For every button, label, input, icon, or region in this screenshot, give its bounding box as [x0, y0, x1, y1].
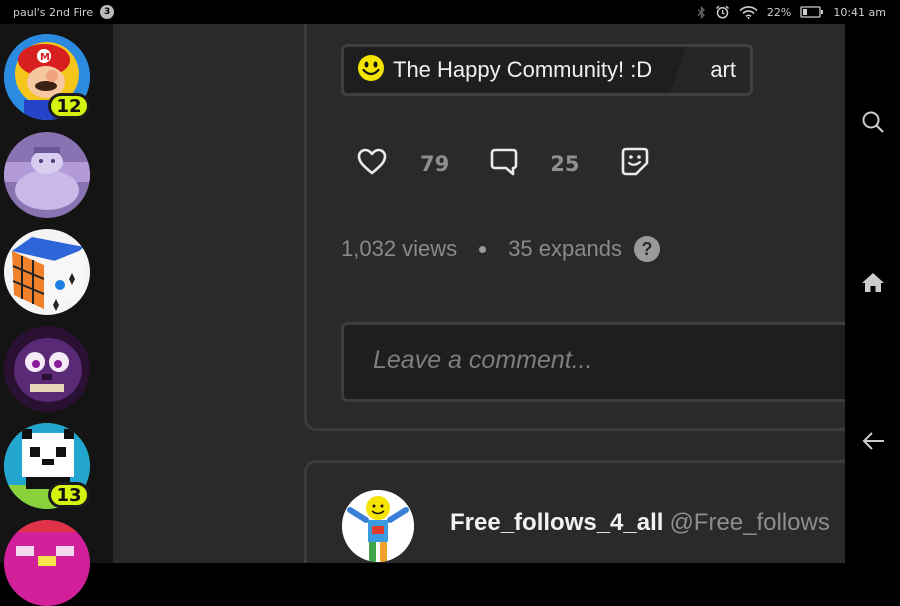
back-arrow-icon[interactable]: [859, 427, 887, 455]
sticker-react-icon[interactable]: [620, 146, 650, 182]
svg-text:M: M: [40, 52, 50, 63]
post-handle: @Free_follows: [669, 509, 830, 536]
post-username[interactable]: Free_follows_4_all: [450, 509, 663, 536]
post-author: Free_follows_4_all @Free_follows: [450, 509, 830, 537]
search-icon[interactable]: [859, 108, 887, 136]
post-actions: 79 25: [357, 146, 650, 182]
notification-count-badge: 3: [100, 5, 115, 19]
post-stats: 1,032 views 35 expands ?: [341, 236, 660, 262]
unread-count-badge: 12: [48, 93, 90, 119]
pink-character-avatar[interactable]: [4, 520, 90, 606]
purple-creature-avatar[interactable]: [4, 132, 90, 218]
community-tag[interactable]: art: [670, 47, 750, 93]
purple-animatronic-avatar[interactable]: [4, 326, 90, 412]
help-question-icon[interactable]: ?: [633, 236, 660, 262]
clock-time: 10:41 am: [833, 5, 886, 19]
system-nav-bar: [845, 24, 900, 563]
unread-count-badge: 13: [48, 482, 90, 508]
battery-icon: [800, 6, 824, 18]
separator-dot: [479, 245, 487, 253]
expands-count: 35 expands: [508, 236, 622, 261]
wifi-icon: [739, 5, 758, 19]
community-name: The Happy Community! :D: [393, 57, 653, 82]
community-chip[interactable]: The Happy Community! :D art: [341, 44, 753, 96]
comment-input[interactable]: [371, 345, 835, 376]
comment-count: 25: [550, 152, 580, 176]
views-count: 1,032 views: [341, 236, 458, 261]
like-heart-icon[interactable]: [357, 148, 387, 180]
device-name: paul's 2nd Fire: [13, 5, 94, 19]
feed-area: The Happy Community! :D art 79 25 1,032 …: [113, 24, 845, 563]
user-avatar[interactable]: [342, 490, 414, 562]
like-count: 79: [420, 152, 450, 176]
battery-percent: 22%: [766, 5, 792, 19]
alarm-icon: [715, 5, 730, 19]
home-icon[interactable]: [859, 268, 887, 296]
status-bar: paul's 2nd Fire 3 22% 10:41 am: [0, 0, 900, 24]
comment-bubble-icon[interactable]: [489, 147, 519, 181]
comment-box[interactable]: [341, 322, 845, 402]
rubiks-cube-avatar[interactable]: [4, 229, 90, 315]
smiley-icon: [357, 54, 385, 86]
chat-sidebar: M 12 13: [0, 24, 113, 606]
bluetooth-icon: [697, 5, 706, 19]
